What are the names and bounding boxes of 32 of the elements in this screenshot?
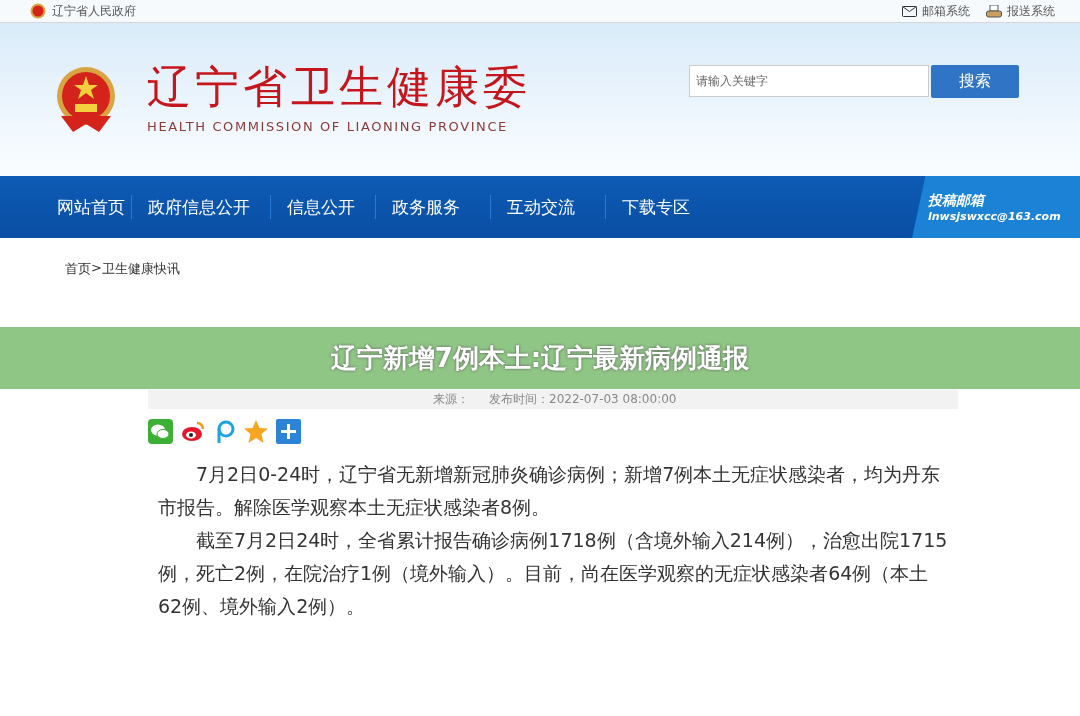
mailbox-banner[interactable]: 投稿邮箱 lnwsjswxcc@163.com: [912, 176, 1080, 238]
publish-time: 发布时间：2022-07-03 08:00:00: [489, 391, 677, 408]
emblem-icon: [55, 65, 117, 134]
nav-item[interactable]: 互动交流: [507, 195, 605, 219]
search-field[interactable]: 请输入关键字: [689, 65, 929, 97]
nav-item[interactable]: 政务服务: [392, 195, 490, 219]
weibo-icon[interactable]: [180, 419, 207, 444]
search-button[interactable]: 搜索: [931, 65, 1019, 98]
article-paragraph: 7月2日0-24时，辽宁省无新增新冠肺炎确诊病例；新增7例本土无症状感染者，均为丹东市报告。解除医学观察本土无症状感染者8例。: [158, 462, 942, 520]
mail-link[interactable]: 邮箱系统: [902, 2, 970, 20]
chat-icon[interactable]: [148, 419, 173, 444]
envelope-icon: [902, 5, 917, 17]
article-paragraph: 截至7月2日24时，全省累计报告确诊病例1718例（含境外输入214例），治愈出院1715例，死亡2例，在院治疗1例（境外输入）。目前，尚在医学观察的无症状感染者64例（本土62例、境外输入2例）。: [158, 528, 949, 619]
breadcrumb-link[interactable]: 首页: [65, 260, 91, 278]
nav-item[interactable]: 网站首页: [57, 195, 131, 219]
printer-icon: [986, 4, 1002, 18]
nav-item[interactable]: 下载专区: [622, 195, 706, 219]
breadcrumb-separator: >: [91, 260, 102, 277]
mailbox-email: lnwsjswxcc@163.com: [928, 209, 1062, 223]
star-icon[interactable]: [243, 419, 269, 444]
breadcrumb-link[interactable]: 卫生健康快讯: [101, 260, 180, 278]
site-link[interactable]: 辽宁省人民政府: [52, 2, 136, 20]
overlay-banner: 辽宁新增7例本土:辽宁最新病例通报: [0, 327, 1080, 389]
nav-item[interactable]: 信息公开: [287, 195, 375, 219]
site-subtitle: HEALTH COMMISSION OF LIAONING PROVINCE: [147, 119, 509, 134]
source-label: 来源：: [433, 391, 469, 408]
nav-item[interactable]: 政府信息公开: [148, 195, 270, 219]
site-title: 辽宁省卫生健康委: [147, 65, 531, 109]
plus-icon[interactable]: [276, 419, 301, 444]
emblem-icon: [30, 3, 46, 19]
mailbox-label: 投稿邮箱: [928, 191, 987, 210]
report-link[interactable]: 报送系统: [986, 2, 1055, 20]
